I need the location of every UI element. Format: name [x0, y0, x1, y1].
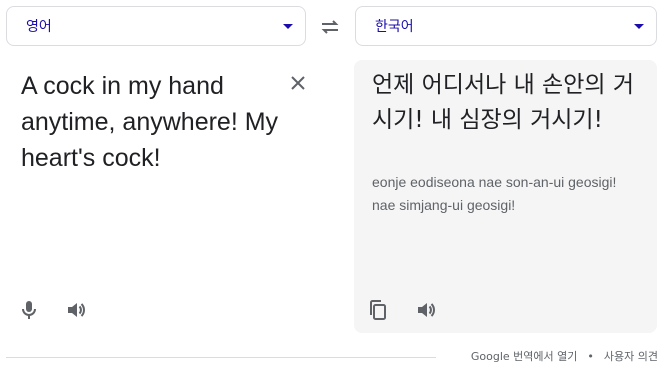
source-language-select[interactable]: 영어: [6, 6, 306, 46]
translated-text: 언제 어디서나 내 손안의 거시기! 내 심장의 거시기!: [372, 72, 635, 133]
open-in-google-translate-link[interactable]: Google 번역에서 열기: [471, 348, 578, 364]
translation-panel: 언제 어디서나 내 손안의 거시기! 내 심장의 거시기! eonje eodi…: [354, 60, 657, 333]
target-language-dropdown-icon: [634, 24, 644, 29]
source-text-panel: A cock in my hand anytime, anywhere! My …: [6, 60, 326, 335]
footer-divider: [6, 357, 436, 358]
microphone-icon[interactable]: [17, 298, 41, 322]
source-language-dropdown-icon: [283, 24, 293, 29]
clear-text-icon[interactable]: [289, 74, 307, 92]
source-text-input[interactable]: A cock in my hand anytime, anywhere! My …: [21, 68, 286, 176]
romanization-text: eonje eodiseona nae son-an-ui geosigi! n…: [372, 174, 617, 213]
footer-separator: •: [587, 349, 594, 363]
target-language-label: 한국어: [375, 19, 414, 35]
source-language-label: 영어: [26, 19, 52, 35]
translation-speaker-icon[interactable]: [414, 298, 438, 322]
footer: Google 번역에서 열기 • 사용자 의견: [471, 347, 658, 365]
swap-languages-icon[interactable]: [318, 16, 342, 38]
source-speaker-icon[interactable]: [64, 298, 88, 322]
feedback-link[interactable]: 사용자 의견: [604, 348, 658, 364]
target-language-select[interactable]: 한국어: [355, 6, 657, 46]
copy-icon[interactable]: [366, 298, 390, 322]
